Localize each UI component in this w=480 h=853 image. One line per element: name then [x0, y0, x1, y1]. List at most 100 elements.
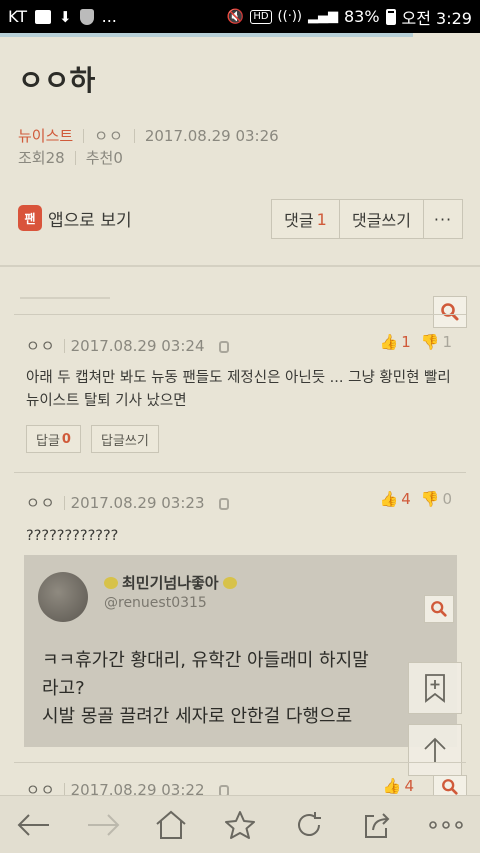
divider	[20, 297, 110, 299]
tweet-line: 라고?	[42, 678, 85, 699]
comment-text: ????????????	[26, 528, 119, 544]
comment-votes: 👍 4 👎 0	[380, 490, 452, 508]
gallery-icon	[35, 9, 52, 24]
scroll-top-button[interactable]	[408, 724, 462, 776]
comment-votes: 👍 1 👎 1	[380, 333, 452, 351]
divider	[14, 314, 466, 315]
hd-icon: HD	[250, 9, 272, 24]
lock-icon	[218, 497, 229, 510]
comment-header: ㅇㅇ 2017.08.29 03:23	[26, 492, 229, 513]
divider	[14, 472, 466, 473]
arrow-up-icon	[424, 737, 446, 763]
thumbs-down-icon: 👎	[420, 490, 440, 508]
post-stats: 조회 28 추천 0	[18, 147, 123, 168]
divider	[133, 128, 135, 143]
comment-header: ㅇㅇ 2017.08.29 03:22	[26, 779, 229, 795]
divider	[63, 495, 65, 510]
page-content[interactable]: ㅇㅇ하 뉴이스트 ㅇㅇ 2017.08.29 03:26 조회 28 추천 0 …	[0, 37, 480, 795]
upvote-button[interactable]: 👍 4	[380, 490, 411, 508]
more-notifications: ...	[101, 7, 117, 26]
thumbs-up-icon: 👍	[382, 777, 402, 795]
search-icon	[441, 303, 459, 321]
tweet-username-text: 최민기넘나좋아	[122, 574, 219, 592]
post-meta: 뉴이스트 ㅇㅇ 2017.08.29 03:26	[18, 125, 279, 146]
back-arrow-icon	[17, 813, 50, 836]
downvote-button[interactable]: 👎 0	[421, 490, 452, 508]
embedded-tweet-image[interactable]: 최민기넘나좋아 @renuest0315 ㅋㅋ휴가간 황대리, 유학간 아들래미…	[24, 555, 457, 747]
lemon-emoji-icon	[104, 576, 118, 589]
battery-percent: 83%	[343, 7, 380, 26]
comment-text: 아래 두 캡쳐만 봐도 뉴동 팬들도 제정신은 아닌듯 ... 그냥 황민현 빨…	[26, 370, 451, 409]
comment-search-button[interactable]	[433, 296, 467, 328]
downvote-count: 1	[442, 333, 452, 351]
more-dots-icon	[428, 820, 463, 829]
refresh-button[interactable]	[284, 800, 334, 850]
forward-button[interactable]	[78, 800, 128, 850]
downvote-count: 0	[442, 490, 452, 508]
menu-button[interactable]	[421, 800, 471, 850]
comment-datetime: 2017.08.29 03:23	[70, 493, 205, 512]
battery-icon	[385, 8, 396, 25]
reply-label: 답글	[36, 433, 60, 449]
comment-datetime: 2017.08.29 03:22	[70, 780, 205, 796]
lemon-emoji-icon	[222, 576, 237, 589]
divider	[83, 128, 85, 143]
lock-icon	[218, 340, 229, 353]
home-icon	[156, 810, 187, 839]
divider	[14, 762, 466, 763]
signal-icon: ▂▄▆	[307, 9, 338, 24]
share-button[interactable]	[352, 800, 402, 850]
tweet-line: 시발 몽골 끌려간 세자로 안한걸 다행으로	[42, 706, 353, 727]
app-logo-icon: 팬	[18, 205, 42, 231]
avatar	[38, 572, 88, 622]
downvote-button[interactable]: 👎 1	[421, 333, 452, 351]
comment-author[interactable]: ㅇㅇ	[26, 335, 56, 356]
board-link[interactable]: 뉴이스트	[18, 125, 73, 146]
write-reply-button[interactable]: 답글쓰기	[90, 425, 159, 453]
upvote-button[interactable]: 👍 1	[380, 333, 411, 351]
more-button[interactable]: ···	[424, 200, 462, 238]
download-icon: ⬇	[59, 7, 72, 26]
home-button[interactable]	[146, 800, 196, 850]
bookmark-button[interactable]	[408, 662, 462, 714]
shield-icon	[79, 8, 94, 25]
post-author[interactable]: ㅇㅇ	[94, 125, 124, 146]
browser-toolbar	[0, 795, 480, 853]
carrier-label: KT	[8, 7, 28, 26]
comment-datetime: 2017.08.29 03:24	[70, 336, 205, 355]
app-view-link[interactable]: 팬 앱으로 보기	[18, 205, 132, 231]
comments-count: 1	[316, 209, 327, 229]
write-comment-button[interactable]: 댓글쓰기	[340, 200, 424, 238]
refresh-icon	[297, 811, 321, 836]
comment-header: ㅇㅇ 2017.08.29 03:24	[26, 335, 229, 356]
post-title: ㅇㅇ하	[18, 64, 96, 97]
mute-icon: 🔇	[226, 8, 245, 25]
bookmark-add-icon	[425, 674, 445, 703]
thumbs-up-icon: 👍	[379, 490, 399, 508]
clock: 오전 3:29	[401, 8, 472, 28]
bookmarks-button[interactable]	[215, 800, 265, 850]
comment-actions: 댓글 1 댓글쓰기 ···	[271, 199, 463, 239]
comments-button[interactable]: 댓글 1	[272, 200, 340, 238]
recommend-label: 추천	[85, 149, 114, 167]
search-icon	[431, 601, 447, 617]
comment-author[interactable]: ㅇㅇ	[26, 492, 56, 513]
reply-button[interactable]: 답글 0	[26, 425, 81, 453]
upvote-button[interactable]: 👍 4	[383, 777, 414, 795]
tweet-handle: @renuest0315	[104, 595, 207, 611]
comment-search-button[interactable]	[433, 775, 467, 795]
back-button[interactable]	[9, 800, 59, 850]
views-label: 조회	[18, 149, 46, 167]
reply-count: 0	[61, 431, 71, 447]
thumbs-down-icon: 👎	[420, 333, 440, 351]
thumbs-up-icon: 👍	[379, 333, 399, 351]
star-icon	[224, 810, 255, 839]
search-icon	[442, 779, 458, 795]
lock-icon	[218, 784, 229, 795]
image-search-button[interactable]	[424, 595, 454, 623]
comment-author[interactable]: ㅇㅇ	[26, 779, 56, 795]
divider	[63, 338, 65, 353]
wifi-icon: ((·))	[277, 9, 302, 24]
comment-votes: 👍 4	[383, 777, 414, 795]
post-datetime: 2017.08.29 03:26	[144, 126, 279, 145]
